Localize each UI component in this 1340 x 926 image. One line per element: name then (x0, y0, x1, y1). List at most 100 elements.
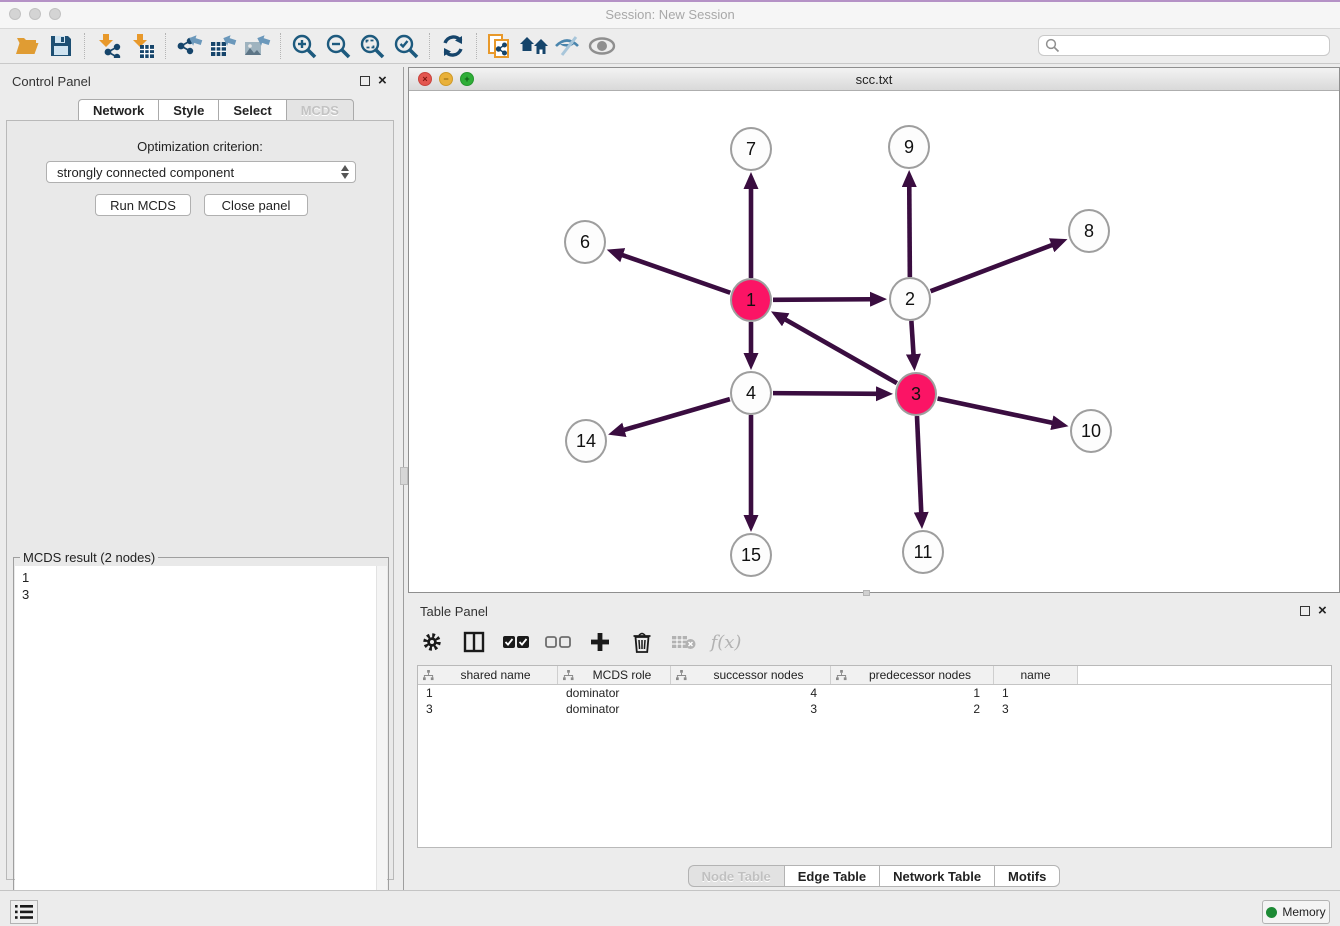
zoom-out-icon[interactable] (321, 31, 355, 61)
float-panel-icon[interactable] (360, 76, 370, 86)
open-session-icon[interactable] (10, 31, 44, 61)
tab-network-table[interactable]: Network Table (879, 865, 994, 887)
table-header-row: shared nameMCDS rolesuccessor nodesprede… (418, 666, 1331, 685)
deselect-all-columns-icon[interactable] (544, 627, 572, 657)
save-session-icon[interactable] (44, 31, 78, 61)
mcds-result-group: MCDS result (2 nodes) 1 3 (13, 557, 389, 926)
column-header-MCDS-role[interactable]: MCDS role (558, 666, 671, 684)
graph-node-4[interactable]: 4 (730, 371, 772, 415)
graph-node-2[interactable]: 2 (889, 277, 931, 321)
edge-2-3 (911, 321, 913, 356)
graph-node-9[interactable]: 9 (888, 125, 930, 169)
table-cell: 4 (671, 686, 831, 700)
network-file-title: scc.txt (409, 72, 1339, 87)
mcds-panel-body: Optimization criterion: strongly connect… (6, 120, 394, 880)
graph-node-11[interactable]: 11 (902, 530, 944, 574)
close-panel-icon[interactable]: × (378, 72, 387, 89)
table-cell: 1 (831, 686, 994, 700)
list-icon (15, 905, 33, 919)
splitter-grip[interactable] (400, 467, 408, 485)
graph-node-1[interactable]: 1 (730, 278, 772, 322)
table-settings-gear-icon[interactable] (418, 627, 446, 657)
close-table-panel-icon[interactable]: × (1318, 602, 1327, 619)
edge-2-9 (909, 185, 910, 277)
memory-button[interactable]: Memory (1262, 900, 1330, 924)
duplicate-network-icon[interactable] (483, 31, 517, 61)
import-table-icon[interactable] (125, 31, 159, 61)
tab-edge-table[interactable]: Edge Table (784, 865, 879, 887)
zoom-fit-icon[interactable] (355, 31, 389, 61)
graph-node-10[interactable]: 10 (1070, 409, 1112, 453)
edge-3-11 (917, 416, 921, 514)
select-stepper-icon (341, 165, 349, 179)
control-panel-tabs: Network Style Select MCDS (78, 99, 354, 121)
apply-layout-icon[interactable] (436, 31, 470, 61)
import-network-icon[interactable] (91, 31, 125, 61)
export-network-icon[interactable] (172, 31, 206, 61)
edge-3-1 (784, 319, 897, 383)
criterion-value: strongly connected component (57, 165, 234, 180)
search-box[interactable] (1038, 35, 1330, 56)
graph-node-7[interactable]: 7 (730, 127, 772, 171)
search-input[interactable] (1060, 39, 1329, 53)
mcds-result-text[interactable]: 1 3 (15, 566, 387, 926)
export-image-icon[interactable] (240, 31, 274, 61)
edge-4-14 (622, 399, 729, 430)
column-header-predecessor-nodes[interactable]: predecessor nodes (831, 666, 994, 684)
column-header-successor-nodes[interactable]: successor nodes (671, 666, 831, 684)
column-header-name[interactable]: name (994, 666, 1078, 684)
task-history-button[interactable] (10, 900, 38, 924)
function-builder-icon: f(x) (712, 627, 740, 657)
home-networks-icon[interactable] (517, 31, 551, 61)
table-tabs: Node Table Edge Table Network Table Moti… (408, 865, 1340, 887)
optimization-criterion-label: Optimization criterion: (7, 139, 393, 154)
run-mcds-button[interactable]: Run MCDS (95, 194, 191, 216)
table-row[interactable]: 1dominator411 (418, 685, 1331, 701)
graph-node-3[interactable]: 3 (895, 372, 937, 416)
table-cell: 1 (994, 686, 1078, 700)
column-header-shared-name[interactable]: shared name (418, 666, 558, 684)
table-rows: 1dominator4113dominator323 (418, 685, 1331, 717)
edge-1-2 (773, 299, 872, 300)
graph-node-15[interactable]: 15 (730, 533, 772, 577)
toolbar-separator (165, 33, 166, 59)
table-cell: dominator (558, 686, 671, 700)
tab-network[interactable]: Network (78, 99, 158, 121)
delete-column-icon[interactable] (628, 627, 656, 657)
status-bar: Memory (0, 890, 1340, 926)
table-cell: 3 (994, 702, 1078, 716)
vertical-splitter[interactable] (400, 67, 408, 890)
hide-graphics-details-icon[interactable] (551, 31, 585, 61)
criterion-select[interactable]: strongly connected component (46, 161, 356, 183)
tab-motifs[interactable]: Motifs (994, 865, 1060, 887)
graph-node-14[interactable]: 14 (565, 419, 607, 463)
table-cell: dominator (558, 702, 671, 716)
tab-select[interactable]: Select (218, 99, 285, 121)
column-view-icon[interactable] (460, 627, 488, 657)
select-all-columns-icon[interactable] (502, 627, 530, 657)
app-titlebar: Session: New Session (0, 2, 1340, 29)
graph-node-6[interactable]: 6 (564, 220, 606, 264)
result-scrollbar[interactable] (376, 566, 387, 926)
add-column-icon[interactable] (586, 627, 614, 657)
pane-resize-handle[interactable] (863, 590, 870, 596)
toolbar-separator (476, 33, 477, 59)
tab-mcds[interactable]: MCDS (286, 99, 354, 121)
export-table-icon[interactable] (206, 31, 240, 61)
network-canvas[interactable]: 7 9 6 8 1 2 4 3 14 10 15 11 (409, 91, 1339, 592)
close-panel-button[interactable]: Close panel (204, 194, 308, 216)
toolbar-separator (280, 33, 281, 59)
node-table[interactable]: shared nameMCDS rolesuccessor nodesprede… (417, 665, 1332, 848)
table-cell: 3 (418, 702, 558, 716)
tab-node-table[interactable]: Node Table (688, 865, 784, 887)
table-row[interactable]: 3dominator323 (418, 701, 1331, 717)
zoom-selected-icon[interactable] (389, 31, 423, 61)
graph-node-8[interactable]: 8 (1068, 209, 1110, 253)
network-window-titlebar[interactable]: × − + scc.txt (409, 68, 1339, 91)
edge-1-6 (621, 255, 730, 293)
tab-style[interactable]: Style (158, 99, 218, 121)
toolbar-separator (429, 33, 430, 59)
zoom-in-icon[interactable] (287, 31, 321, 61)
float-table-panel-icon[interactable] (1300, 606, 1310, 616)
table-toolbar: f(x) (418, 623, 740, 661)
